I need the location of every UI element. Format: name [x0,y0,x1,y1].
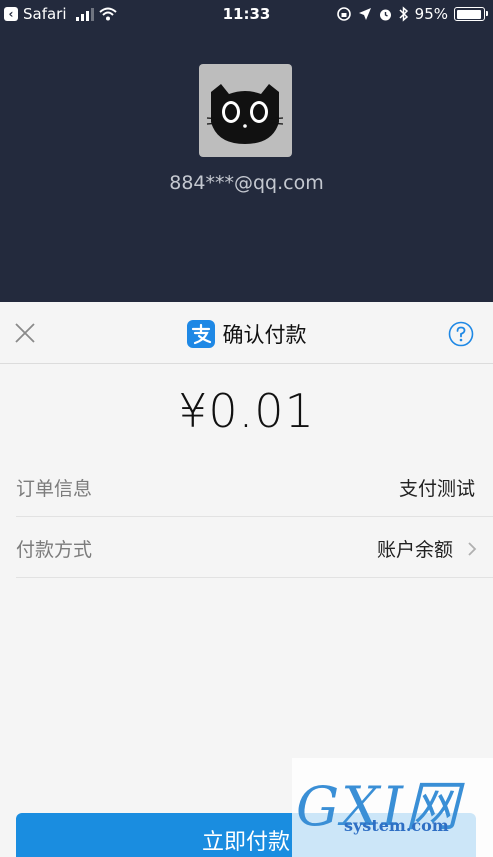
battery-icon [454,7,488,21]
title-group: 确认付款 [0,319,493,349]
status-bar-right: 95% [336,5,488,23]
payment-method-row[interactable]: 付款方式 账户余额 [16,520,493,578]
location-arrow-icon [358,8,371,20]
status-bar: ‹ Safari 11:33 95% [0,0,493,30]
payment-method-label: 付款方式 [16,539,93,561]
order-info-value: 支付测试 [398,478,475,500]
page-title: 确认付款 [222,323,307,347]
payment-method-value[interactable]: 账户余额 [377,535,453,562]
help-icon[interactable] [448,321,474,347]
order-info-label: 订单信息 [16,478,93,500]
alipay-logo-icon [186,320,215,348]
sheet-header: 确认付款 [0,302,493,364]
watermark-site: system.com [344,816,449,835]
account-email: 884***@qq.com [169,172,324,194]
watermark: GXI网 system.com [292,758,493,857]
rotation-lock-icon [336,7,351,21]
black-cat-avatar-icon [206,84,284,144]
bluetooth-icon [399,6,408,22]
battery-percent: 95% [414,5,448,23]
order-info-row: 订单信息 支付测试 [16,459,493,517]
avatar [199,64,292,157]
battery-fill [456,9,482,19]
payment-amount: ¥0.01 [178,384,315,438]
alarm-clock-icon [379,9,391,20]
chevron-right-icon[interactable] [467,541,477,557]
